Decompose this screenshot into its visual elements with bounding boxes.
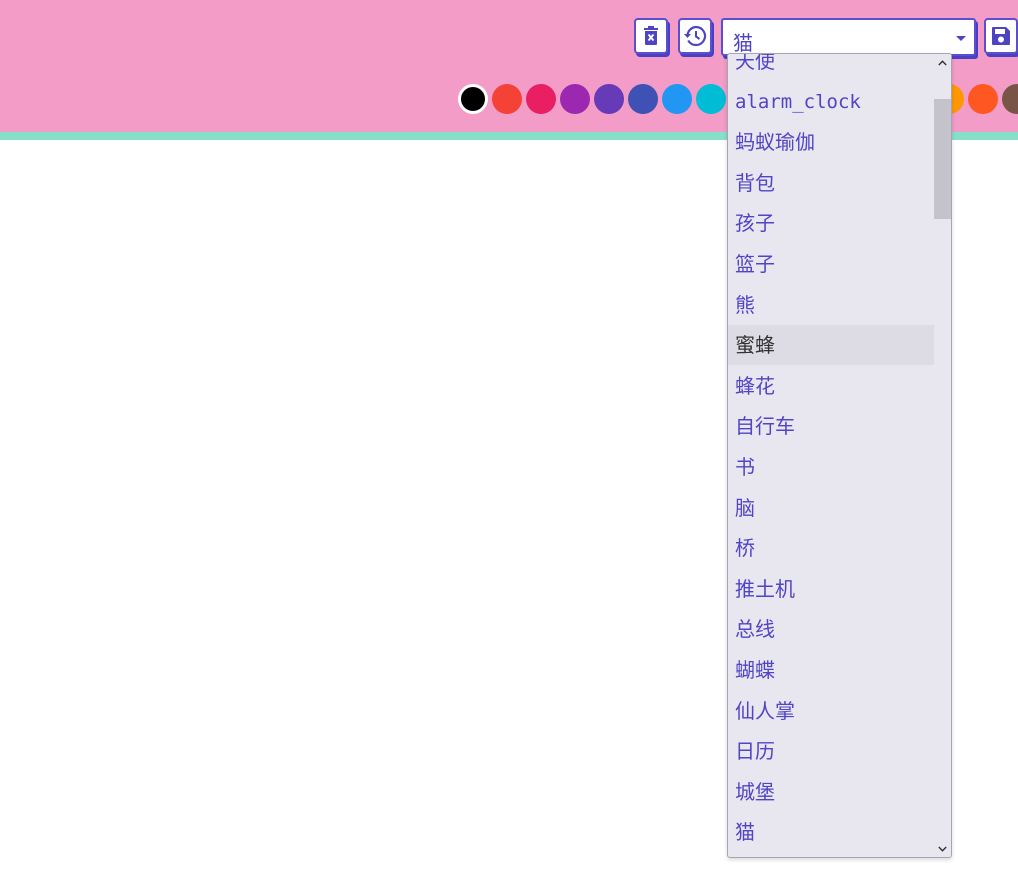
color-swatch[interactable] [560, 84, 590, 114]
history-button[interactable] [678, 18, 712, 54]
category-select-value: 猫 [733, 31, 753, 55]
dropdown-option[interactable]: 蜂花 [728, 366, 934, 406]
chevron-down-icon [956, 36, 966, 41]
history-icon [684, 25, 707, 47]
color-swatch[interactable] [492, 84, 522, 114]
dropdown-option[interactable]: 熊 [728, 285, 934, 325]
dropdown-option[interactable]: 桥 [728, 528, 934, 568]
dropdown-option[interactable]: 蜜蜂 [728, 325, 934, 365]
category-dropdown[interactable]: 天使 alarm_clock 蚂蚁瑜伽 背包 孩子 篮子熊蜜蜂 蜂花 自行车书脑桥推土机 总线蝴… [727, 53, 952, 858]
dropdown-option[interactable]: 蚂蚁瑜伽 [728, 122, 934, 162]
save-button[interactable] [984, 18, 1018, 54]
color-swatch[interactable] [1002, 84, 1018, 114]
dropdown-option[interactable]: 推土机 [728, 569, 934, 609]
scroll-down-icon[interactable] [934, 840, 951, 857]
dropdown-scrollbar[interactable] [934, 54, 951, 857]
dropdown-option[interactable]: alarm_clock [728, 82, 934, 122]
scroll-thumb[interactable] [934, 99, 951, 219]
dropdown-option[interactable]: 天使 [728, 54, 934, 81]
clear-canvas-button[interactable] [634, 18, 668, 54]
color-swatch[interactable] [968, 84, 998, 114]
dropdown-option[interactable]: 仙人掌 [728, 691, 934, 731]
color-swatch[interactable] [662, 84, 692, 114]
dropdown-option[interactable]: 城堡 [728, 772, 934, 812]
dropdown-option[interactable]: 孩子 [728, 203, 934, 243]
dropdown-option[interactable]: 猫 [728, 812, 934, 852]
dropdown-option[interactable]: 书 [728, 447, 934, 487]
dropdown-option[interactable]: 日历 [728, 731, 934, 771]
floppy-disk-icon [992, 27, 1010, 45]
color-swatch[interactable] [594, 84, 624, 114]
color-swatch[interactable] [628, 84, 658, 114]
dropdown-option[interactable]: 蝴蝶 [728, 650, 934, 690]
dropdown-option[interactable]: 篮子 [728, 244, 934, 284]
color-swatch[interactable] [696, 84, 726, 114]
dropdown-option[interactable]: 自行车 [728, 406, 934, 446]
dropdown-option[interactable]: 背包 [728, 163, 934, 203]
category-select[interactable]: 猫 [721, 18, 976, 56]
color-swatch[interactable] [458, 84, 488, 114]
scroll-up-icon[interactable] [934, 54, 951, 71]
trash-x-icon [644, 26, 658, 45]
dropdown-option[interactable]: 脑 [728, 488, 934, 528]
color-swatch[interactable] [526, 84, 556, 114]
dropdown-option[interactable]: 总线 [728, 609, 934, 649]
